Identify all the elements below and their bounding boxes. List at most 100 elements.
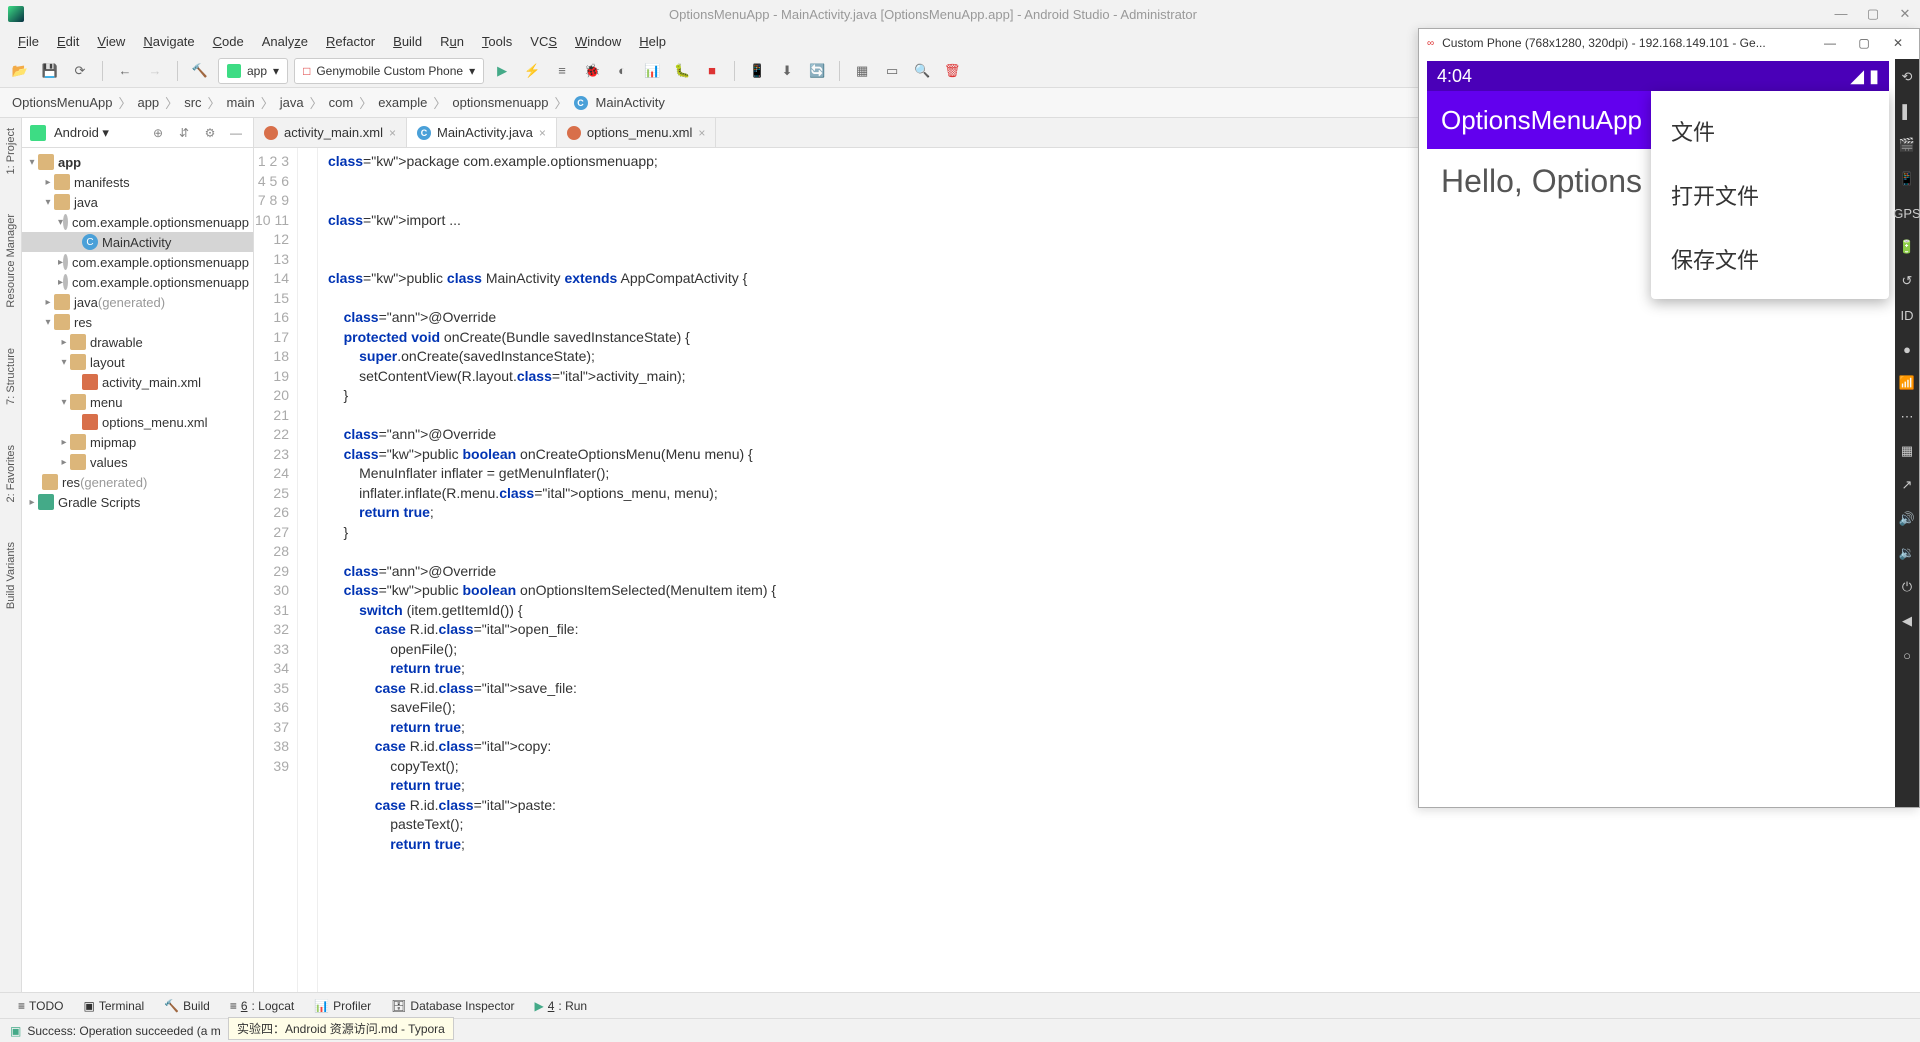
tree-node-values[interactable]: ▸values	[22, 452, 253, 472]
menu-vcs[interactable]: VCS	[522, 31, 565, 52]
project-tree[interactable]: ▾app ▸manifests ▾java ▾com.example.optio…	[22, 148, 253, 992]
menu-build[interactable]: Build	[385, 31, 430, 52]
breadcrumb-item[interactable]: com	[329, 95, 354, 110]
layout-inspector-icon[interactable]: ▦	[850, 59, 874, 83]
save-icon[interactable]: 💾	[38, 59, 62, 83]
emulator-screen[interactable]: 4:04 ◢ ▮ OptionsMenuApp Hello, Options M…	[1427, 61, 1889, 801]
profile-icon[interactable]: 📊	[640, 59, 664, 83]
rotate-icon[interactable]: ⟲	[1897, 67, 1917, 87]
open-icon[interactable]: 📂	[8, 59, 32, 83]
camera-icon[interactable]: 🎬	[1897, 135, 1917, 155]
network-icon[interactable]: 📶	[1897, 373, 1917, 393]
tab-activity-main-xml[interactable]: activity_main.xml×	[254, 118, 407, 147]
project-view-selector[interactable]: Android ▾	[54, 125, 141, 141]
hammer-icon[interactable]: 🔨	[188, 59, 212, 83]
tab-options-menu-xml[interactable]: options_menu.xml×	[557, 118, 717, 147]
tab-mainactivity-java[interactable]: CMainActivity.java×	[407, 118, 557, 147]
menu-help[interactable]: Help	[631, 31, 674, 52]
menu-item-open-file[interactable]: 打开文件	[1651, 163, 1889, 227]
tree-node-package-test[interactable]: ▸com.example.optionsmenuapp	[22, 252, 253, 272]
tree-node-package-androidtest[interactable]: ▸com.example.optionsmenuapp	[22, 272, 253, 292]
breadcrumb-item[interactable]: example	[378, 95, 427, 110]
minimize-button[interactable]: —	[1817, 36, 1843, 50]
battery-icon[interactable]: 🔋	[1897, 237, 1917, 257]
tool-build[interactable]: 🔨Build	[156, 997, 218, 1015]
gear-icon[interactable]: ⚙	[201, 124, 219, 142]
tree-node-options-menu-xml[interactable]: options_menu.xml	[22, 412, 253, 432]
search-icon[interactable]: 🔍	[910, 59, 934, 83]
tool-database-inspector[interactable]: 🗄Database Inspector	[383, 997, 522, 1015]
volume-down-icon[interactable]: 🔉	[1897, 543, 1917, 563]
tool-todo[interactable]: ≡TODO	[10, 997, 71, 1015]
stop-icon[interactable]: ■	[700, 59, 724, 83]
tool-terminal[interactable]: ▣Terminal	[75, 997, 152, 1015]
rail-build-variants[interactable]: Build Variants	[5, 542, 17, 609]
breadcrumb-item[interactable]: OptionsMenuApp	[12, 95, 112, 110]
share-icon[interactable]: ↗	[1897, 475, 1917, 495]
tree-node-res-generated[interactable]: res (generated)	[22, 472, 253, 492]
close-icon[interactable]: ×	[389, 126, 396, 140]
back-icon[interactable]: ◀	[1897, 611, 1917, 631]
tree-node-gradle-scripts[interactable]: ▸Gradle Scripts	[22, 492, 253, 512]
tool-run[interactable]: ▶4: Run	[526, 997, 595, 1015]
maximize-button[interactable]: ▢	[1851, 36, 1877, 50]
tree-node-manifests[interactable]: ▸manifests	[22, 172, 253, 192]
menu-tools[interactable]: Tools	[474, 31, 520, 52]
volume-up-icon[interactable]: 🔊	[1897, 509, 1917, 529]
back-icon[interactable]: ←	[113, 59, 137, 83]
tree-node-mipmap[interactable]: ▸mipmap	[22, 432, 253, 452]
tree-node-package[interactable]: ▾com.example.optionsmenuapp	[22, 212, 253, 232]
menu-file[interactable]: File	[10, 31, 47, 52]
breadcrumb-item[interactable]: optionsmenuapp	[452, 95, 548, 110]
minimize-button[interactable]: —	[1834, 6, 1848, 22]
menu-item-file[interactable]: 文件	[1651, 99, 1889, 163]
menu-edit[interactable]: Edit	[49, 31, 87, 52]
coverage-icon[interactable]: ◐	[610, 59, 634, 83]
menu-code[interactable]: Code	[205, 31, 252, 52]
marker-gutter[interactable]	[298, 148, 318, 992]
run-icon[interactable]: ▶	[490, 59, 514, 83]
avd-icon[interactable]: 📱	[745, 59, 769, 83]
menu-run[interactable]: Run	[432, 31, 472, 52]
attach-debugger-icon[interactable]: 🐛	[670, 59, 694, 83]
sync-gradle-icon[interactable]: 🔄	[805, 59, 829, 83]
breadcrumb-item[interactable]: main	[227, 95, 255, 110]
tree-node-java-generated[interactable]: ▸java (generated)	[22, 292, 253, 312]
breadcrumb-item[interactable]: src	[184, 95, 201, 110]
tool-logcat[interactable]: ≡6: Logcat	[222, 997, 302, 1015]
power-off-icon[interactable]: ⏻	[1897, 577, 1917, 597]
device-selector[interactable]: □ Genymobile Custom Phone ▾	[294, 58, 484, 84]
collapse-icon[interactable]: ⇵	[175, 124, 193, 142]
menu-refactor[interactable]: Refactor	[318, 31, 383, 52]
tree-node-java[interactable]: ▾java	[22, 192, 253, 212]
tree-node-mainactivity[interactable]: CMainActivity	[22, 232, 253, 252]
gps-icon[interactable]: GPS	[1897, 203, 1917, 223]
rail-structure[interactable]: 7: Structure	[5, 348, 17, 405]
maximize-button[interactable]: ▢	[1866, 6, 1880, 22]
breadcrumb-item[interactable]: app	[137, 95, 159, 110]
tree-node-res[interactable]: ▾res	[22, 312, 253, 332]
tool-profiler[interactable]: 📊Profiler	[306, 997, 379, 1015]
phone-icon[interactable]: 📱	[1897, 169, 1917, 189]
close-button[interactable]: ✕	[1898, 6, 1912, 22]
apps-icon[interactable]: ▦	[1897, 441, 1917, 461]
id-icon[interactable]: ID	[1897, 305, 1917, 325]
menu-window[interactable]: Window	[567, 31, 629, 52]
menu-view[interactable]: View	[89, 31, 133, 52]
more-icon[interactable]: ⋯	[1897, 407, 1917, 427]
tree-node-activity-main-xml[interactable]: activity_main.xml	[22, 372, 253, 392]
breadcrumb-item[interactable]: java	[280, 95, 304, 110]
debug-restart-icon[interactable]: ≡	[550, 59, 574, 83]
debug-icon[interactable]: 🐞	[580, 59, 604, 83]
power-icon[interactable]: ▌	[1897, 101, 1917, 121]
rotate-left-icon[interactable]: ↺	[1897, 271, 1917, 291]
device-explorer-icon[interactable]: ▭	[880, 59, 904, 83]
run-config-selector[interactable]: app ▾	[218, 58, 288, 84]
forward-icon[interactable]: →	[143, 59, 167, 83]
tree-node-menu[interactable]: ▾menu	[22, 392, 253, 412]
tree-node-drawable[interactable]: ▸drawable	[22, 332, 253, 352]
disk-icon[interactable]: ●	[1897, 339, 1917, 359]
rail-favorites[interactable]: 2: Favorites	[5, 445, 17, 502]
tree-node-layout[interactable]: ▾layout	[22, 352, 253, 372]
close-button[interactable]: ✕	[1885, 36, 1911, 50]
